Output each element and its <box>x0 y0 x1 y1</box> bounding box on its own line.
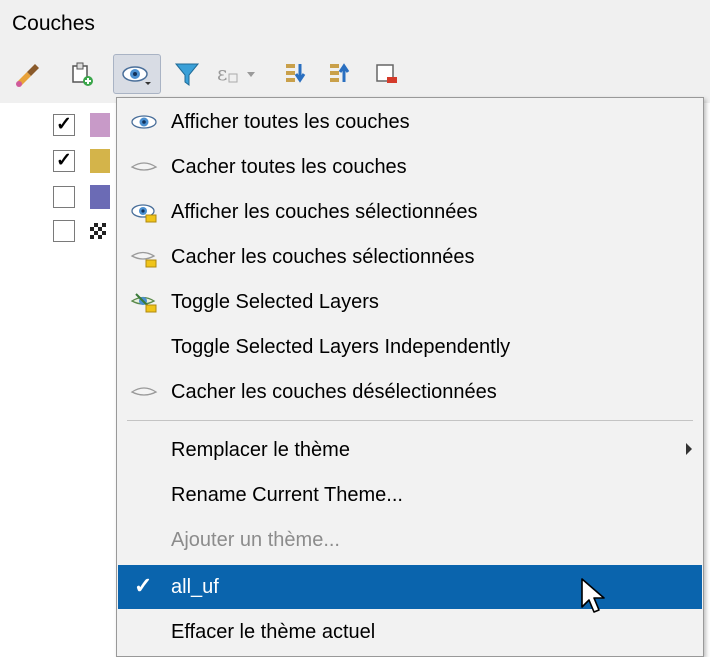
eye-closed-icon <box>130 387 158 396</box>
eye-hide-selected-icon <box>130 251 157 268</box>
layer-visibility-checkbox[interactable] <box>53 220 75 242</box>
visibility-context-menu: Afficher toutes les couches Cacher toute… <box>116 97 704 657</box>
filter-expression-icon: ε <box>217 61 255 85</box>
menu-item-toggle-selected[interactable]: Toggle Selected Layers <box>118 280 702 324</box>
mouse-cursor-icon <box>581 578 605 613</box>
visibility-button[interactable] <box>113 54 161 94</box>
add-group-icon <box>72 62 93 86</box>
filter-expression-button[interactable]: ε <box>212 54 262 94</box>
layer-visibility-checkbox[interactable] <box>53 186 75 208</box>
checkmark-icon: ✓ <box>134 573 153 598</box>
eye-selected-icon <box>131 204 157 223</box>
panel-title: Couches <box>12 12 95 35</box>
expand-all-button[interactable] <box>276 54 318 94</box>
eye-closed-icon <box>130 162 158 171</box>
visibility-eye-icon <box>122 66 151 85</box>
remove-layer-icon <box>376 64 397 83</box>
menu-item-add-theme: Ajouter un thème... <box>171 529 340 551</box>
menu-item-toggle-selected-independently[interactable]: Toggle Selected Layers Independently <box>118 325 702 369</box>
filter-button[interactable] <box>166 54 208 94</box>
eye-open-icon <box>131 115 157 129</box>
menu-item-hide-deselected[interactable]: Cacher les couches désélectionnées <box>118 370 702 414</box>
menu-item-show-selected[interactable]: Afficher les couches sélectionnées <box>118 190 702 234</box>
menu-item-hide-selected[interactable]: Cacher les couches sélectionnées <box>118 235 702 279</box>
layer-swatch <box>90 223 106 239</box>
svg-text:ε: ε <box>217 61 227 85</box>
menu-item-hide-all[interactable]: Cacher toutes les couches <box>118 145 702 189</box>
layer-swatch <box>90 185 110 209</box>
submenu-arrow-icon <box>686 443 692 455</box>
menu-item-theme-all-uf[interactable]: ✓ all_uf <box>118 565 702 609</box>
layer-swatch <box>90 149 110 173</box>
menu-separator <box>127 420 693 421</box>
expand-all-icon <box>286 64 306 83</box>
style-brush-icon <box>16 64 39 87</box>
menu-item-clear-theme[interactable]: Effacer le thème actuel <box>118 610 702 654</box>
menu-item-rename-theme[interactable]: Rename Current Theme... <box>118 473 702 517</box>
remove-layer-button[interactable] <box>365 54 407 94</box>
layer-visibility-checkbox[interactable]: ✓ <box>53 150 75 172</box>
filter-funnel-icon <box>174 63 200 86</box>
menu-item-replace-theme[interactable]: Remplacer le thème <box>118 428 702 472</box>
collapse-all-button[interactable] <box>320 54 362 94</box>
style-brush-button[interactable] <box>6 54 48 94</box>
layers-toolbar: ε <box>0 52 710 100</box>
menu-item-show-all[interactable]: Afficher toutes les couches <box>118 100 702 144</box>
layer-visibility-checkbox[interactable]: ✓ <box>53 114 75 136</box>
layer-swatch <box>90 113 110 137</box>
eye-toggle-icon <box>130 293 157 313</box>
add-group-button[interactable] <box>60 54 102 94</box>
collapse-all-icon <box>330 63 350 82</box>
